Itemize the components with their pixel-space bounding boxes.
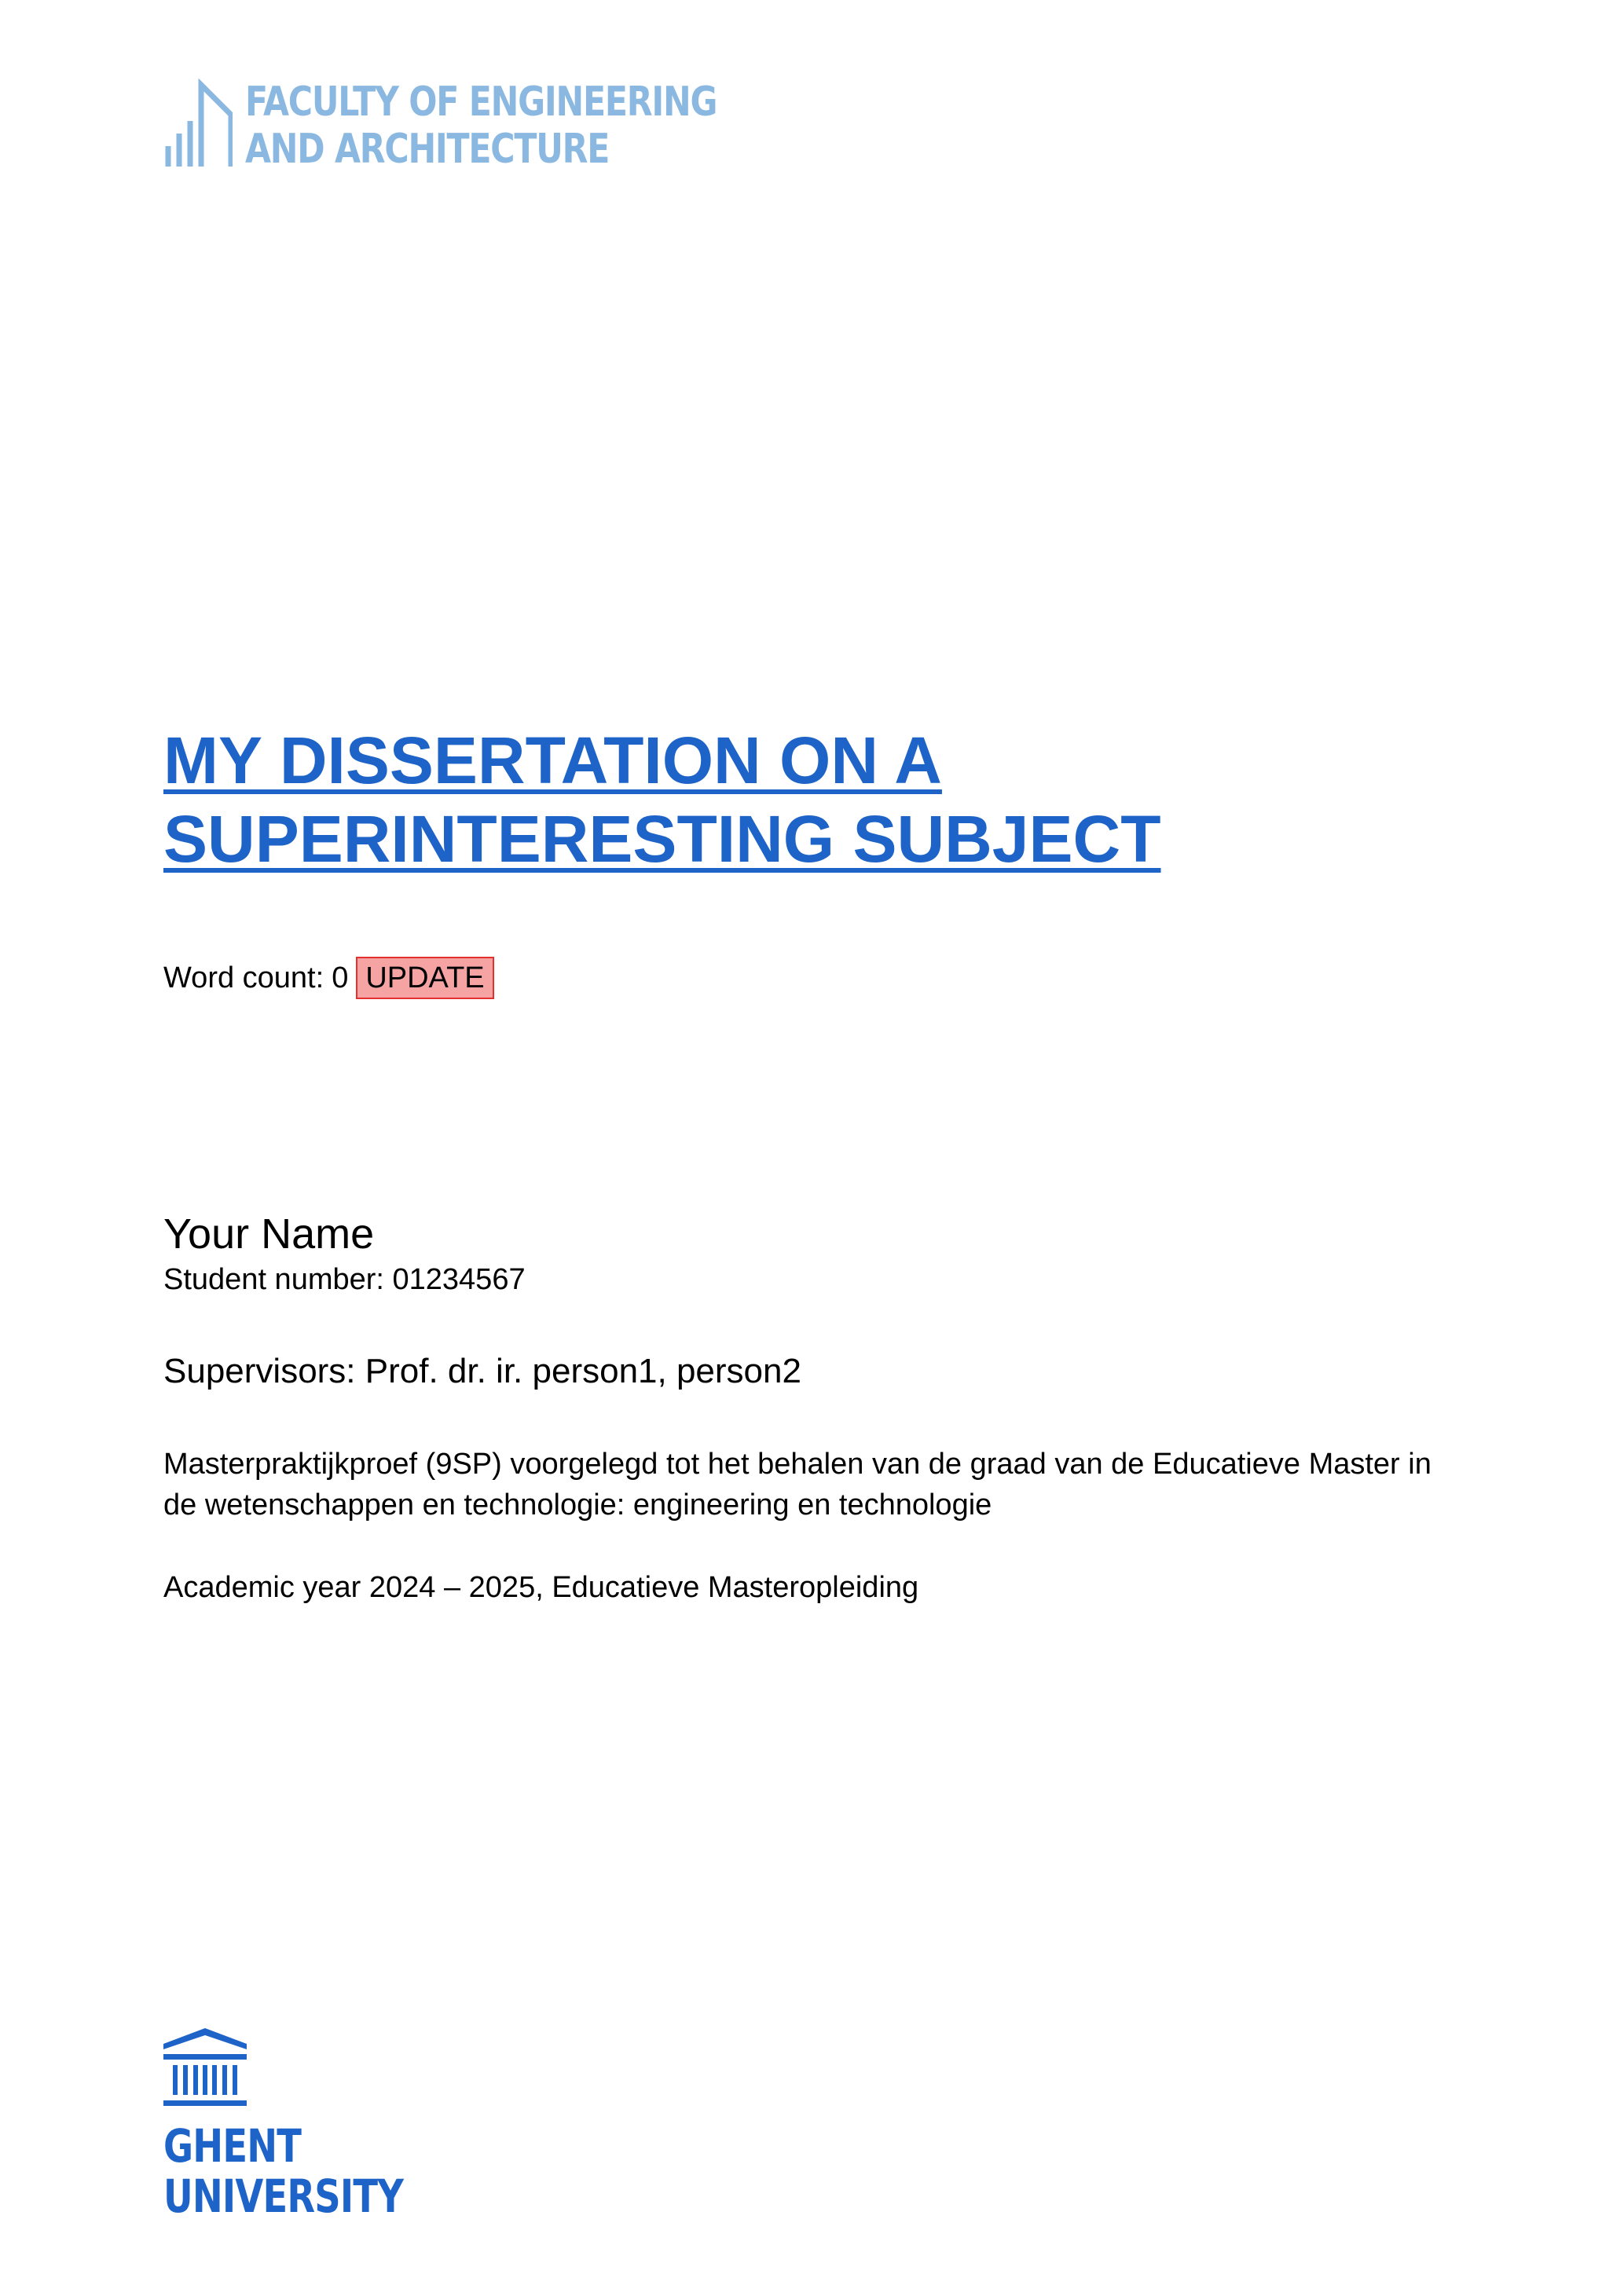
academic-year: Academic year 2024 – 2025, Educatieve Ma… <box>163 1571 919 1604</box>
university-name: GHENT UNIVERSITY <box>163 2119 404 2223</box>
degree-description: Masterpraktijkproef (9SP) voorgelegd tot… <box>163 1448 1432 1522</box>
author-name: Your Name <box>163 1210 375 1258</box>
title-line-1: MY DISSERTATION ON A <box>163 723 942 797</box>
faculty-name-line-1: FACULTY OF ENGINEERING <box>245 79 717 126</box>
faculty-building-icon <box>165 79 233 167</box>
dissertation-title: MY DISSERTATION ON A SUPERINTERESTING SU… <box>163 721 1161 878</box>
university-building-icon <box>163 2028 247 2106</box>
title-line-2: SUPERINTERESTING SUBJECT <box>163 802 1161 876</box>
word-count-value: 0 <box>332 961 349 994</box>
word-count: Word count: 0 UPDATE <box>163 957 494 999</box>
faculty-logo: FACULTY OF ENGINEERING AND ARCHITECTURE <box>163 79 820 173</box>
supervisors: Supervisors: Prof. dr. ir. person1, pers… <box>163 1352 801 1390</box>
faculty-name: FACULTY OF ENGINEERING AND ARCHITECTURE <box>245 79 717 173</box>
university-name-line-1: GHENT <box>163 2119 302 2173</box>
faculty-name-line-2: AND ARCHITECTURE <box>245 126 610 173</box>
word-count-label: Word count: <box>163 961 324 994</box>
update-badge: UPDATE <box>356 957 494 999</box>
university-logo: GHENT UNIVERSITY <box>163 2028 463 2221</box>
student-number: Student number: 01234567 <box>163 1263 526 1296</box>
university-name-line-2: UNIVERSITY <box>163 2170 404 2223</box>
